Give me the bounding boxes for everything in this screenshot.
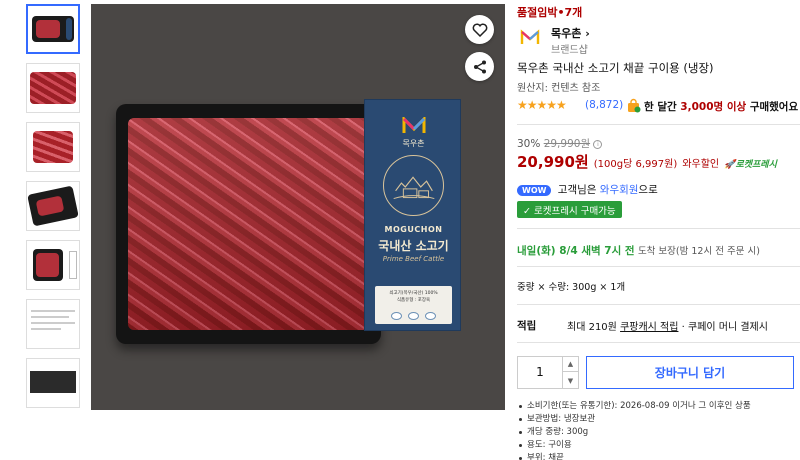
monthly-buyers: 한 달간 3,000명 이상 구매했어요	[644, 101, 799, 113]
product-details-list: 소비기한(또는 유통기한): 2026-08-09 이거나 그 이후인 상품 보…	[517, 400, 800, 460]
discount-row: 30% 29,990원 i	[517, 136, 603, 151]
heart-icon	[472, 23, 487, 37]
origin-info: 원산지: 컨텐츠 참조	[517, 83, 601, 94]
quantity-input[interactable]: 1	[518, 365, 562, 379]
product-page: 목우촌 MOGUCHON 국내산 소고기 Prime Beef Cattle 쇠…	[0, 0, 800, 460]
divider-1	[517, 124, 800, 125]
detail-item: 용도: 구이용	[517, 439, 800, 452]
chevron-up-icon: ▲	[567, 360, 574, 368]
share-button[interactable]	[465, 52, 494, 81]
quantity-stepper[interactable]: 1 ▲ ▼	[517, 356, 579, 389]
membership-row: WOW 고객님은 와우회원으로	[517, 182, 658, 197]
rating-row: ★★★★★ (8,872) 한 달간 3,000명 이상 구매했어요	[517, 98, 800, 114]
rocket-icon: 🚀	[724, 160, 736, 170]
points-label: 적립	[517, 320, 537, 332]
detail-item: 보관방법: 냉장보관	[517, 413, 800, 426]
thumbnail-3[interactable]	[26, 122, 80, 172]
package-info-line2: 식품유형 : 포장육	[396, 298, 431, 303]
brand-name: 목우촌 ›	[551, 27, 590, 40]
original-price: 29,990원	[543, 138, 591, 150]
wow-discount-label: 와우할인	[682, 159, 720, 170]
price-row: 20,990원 (100g당 6,997원) 와우할인 🚀로켓프레시	[517, 151, 777, 171]
cert-mark-3-icon	[425, 312, 436, 320]
brand-logo-icon	[520, 29, 540, 44]
thumbnail-5[interactable]	[26, 240, 80, 290]
wow-badge: WOW	[517, 185, 552, 196]
discount-rate: 30%	[517, 138, 541, 150]
info-icon[interactable]: i	[593, 140, 603, 149]
cash-reward-link[interactable]: 쿠팡캐시 적립	[620, 322, 678, 333]
package-info-box: 쇠고기(목우/국산) 100% 식품유형 : 포장육	[375, 286, 452, 324]
divider-5	[517, 342, 800, 343]
unit-price: (100g당 6,997원)	[593, 159, 678, 170]
stock-status: 품절임박•7개	[517, 6, 583, 19]
package-brand-text: 목우촌	[402, 139, 425, 148]
product-title: 목우촌 국내산 소고기 채끝 구이용 (냉장)	[517, 61, 714, 75]
cert-mark-2-icon	[408, 312, 419, 320]
quantity-down-button[interactable]: ▼	[563, 373, 578, 388]
package-english-name: MOGUCHON	[384, 225, 443, 234]
chevron-right-icon: ›	[585, 27, 590, 40]
chevron-down-icon: ▼	[567, 376, 574, 385]
detail-item: 부위: 채끝	[517, 452, 800, 460]
delivery-info: 내일(화) 8/4 새벽 7시 전 도착 보장(밤 12시 전 주문 시)	[517, 243, 760, 258]
brand-shop-label: 브랜드샵	[551, 45, 588, 56]
divider-3	[517, 266, 800, 267]
product-info-panel: 품절임박•7개 목우촌 › 브랜드샵 목우촌 국내산 소고기 채끝 구이용 (냉…	[517, 0, 800, 460]
thumbnail-6[interactable]	[26, 299, 80, 349]
divider-2	[517, 228, 800, 229]
cert-mark-1-icon	[391, 312, 402, 320]
package-info-line1: 쇠고기(목우/국산) 100%	[389, 291, 438, 296]
brand-shop-link[interactable]: 목우촌 › 브랜드샵	[517, 23, 717, 57]
main-product-image: 목우촌 MOGUCHON 국내산 소고기 Prime Beef Cattle 쇠…	[91, 4, 505, 410]
rocket-fresh-available-badge: ✓ 로켓프레시 구매가능	[517, 201, 622, 218]
wow-member-label: 와우회원	[599, 184, 639, 196]
review-count-link[interactable]: (8,872)	[585, 99, 623, 111]
delivery-note: (밤 12시 전 주문 시)	[675, 246, 760, 257]
rocket-fresh-badge: 🚀로켓프레시	[724, 160, 777, 170]
option-summary: 중량 × 수량: 300g × 1개	[517, 282, 626, 293]
star-rating: ★★★★★	[517, 98, 567, 112]
moguchon-logo-icon	[402, 117, 426, 133]
quantity-up-button[interactable]: ▲	[563, 357, 578, 372]
package-label: 목우촌 MOGUCHON 국내산 소고기 Prime Beef Cattle 쇠…	[364, 99, 461, 331]
shopping-bag-icon	[628, 98, 641, 113]
divider-4	[517, 304, 800, 305]
farm-emblem-icon	[383, 155, 444, 216]
thumbnail-4[interactable]	[26, 181, 80, 231]
thumbnail-7[interactable]	[26, 358, 80, 408]
package-korean-name: 국내산 소고기	[378, 239, 449, 253]
add-to-cart-button[interactable]: 장바구니 담기	[586, 356, 794, 389]
package-subtitle: Prime Beef Cattle	[382, 255, 445, 263]
thumbnail-2[interactable]	[26, 63, 80, 113]
sale-price: 20,990원	[517, 153, 589, 171]
meat-tray	[116, 104, 381, 344]
membership-suffix: 으로	[638, 184, 658, 196]
points-text: 최대 210원 쿠팡캐시 적립 · 쿠페이 머니 결제시	[567, 322, 768, 333]
detail-item: 개당 중량: 300g	[517, 426, 800, 439]
thumbnail-1[interactable]	[26, 4, 80, 54]
share-icon	[473, 60, 486, 73]
delivery-date: 내일(화) 8/4 새벽 7시 전	[517, 245, 635, 257]
delivery-guarantee: 도착 보장	[637, 246, 676, 257]
detail-item: 소비기한(또는 유통기한): 2026-08-09 이거나 그 이후인 상품	[517, 400, 800, 413]
wishlist-button[interactable]	[465, 15, 494, 44]
membership-prefix: 고객님은	[557, 184, 597, 196]
